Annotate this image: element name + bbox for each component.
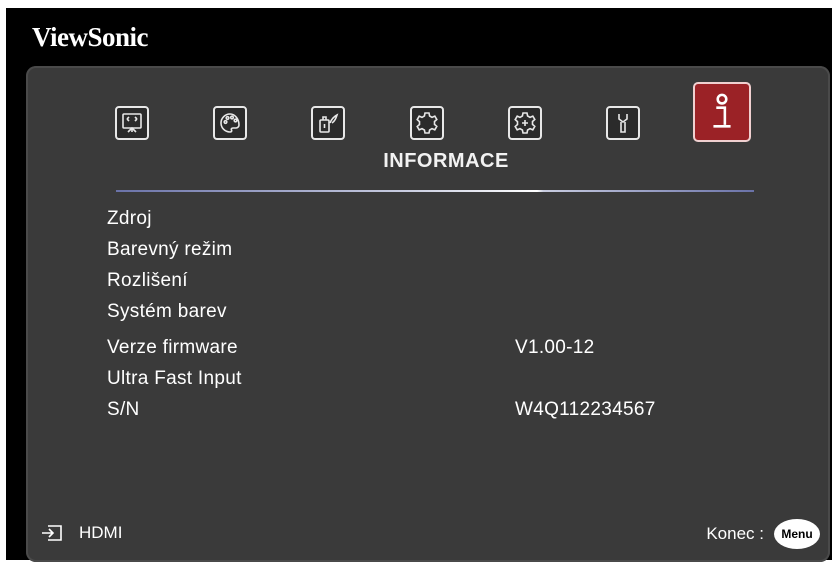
- exit-label: Konec :: [706, 524, 764, 543]
- power-eco-icon: [319, 113, 339, 133]
- info-label-resolution: Rozlišení: [107, 270, 188, 291]
- info-label-firmware: Verze firmware: [107, 337, 238, 358]
- title-divider: [116, 190, 754, 192]
- menu-button[interactable]: Menu: [774, 519, 820, 549]
- brand-logo: ViewSonic: [32, 22, 149, 52]
- info-value-serial: W4Q112234567: [515, 399, 656, 420]
- info-label-ultra-fast-input: Ultra Fast Input: [107, 368, 242, 389]
- menu-panel: INFORMACE Zdroj Barevný režim Rozlišení …: [26, 66, 830, 562]
- palette-icon: [220, 113, 240, 133]
- tab-image[interactable]: [213, 106, 247, 140]
- current-source: HDMI: [41, 523, 122, 543]
- gear-icon: [416, 112, 438, 134]
- tab-information[interactable]: [693, 82, 751, 142]
- tab-basic[interactable]: [410, 106, 444, 140]
- tab-system[interactable]: [606, 106, 640, 140]
- display-icon: [122, 113, 142, 133]
- info-label-source: Zdroj: [107, 208, 152, 229]
- source-label: HDMI: [79, 523, 123, 542]
- tab-advanced[interactable]: [508, 106, 542, 140]
- info-value-firmware: V1.00-12: [515, 337, 595, 358]
- advanced-gear-icon: [514, 112, 536, 134]
- tab-power[interactable]: [311, 106, 345, 140]
- exit-hint: Konec : Menu: [706, 519, 820, 549]
- wrench-icon: [618, 114, 628, 133]
- projector-osd: ViewSonic INFORMACE Zdroj Barevný režim …: [6, 8, 832, 562]
- info-label-color-system: Systém barev: [107, 301, 227, 322]
- info-label-color-mode: Barevný režim: [107, 239, 233, 260]
- tab-display[interactable]: [115, 106, 149, 140]
- info-label-serial: S/N: [107, 399, 140, 420]
- info-icon: [713, 93, 731, 128]
- section-title: INFORMACE: [383, 150, 509, 172]
- input-source-icon: [42, 525, 62, 541]
